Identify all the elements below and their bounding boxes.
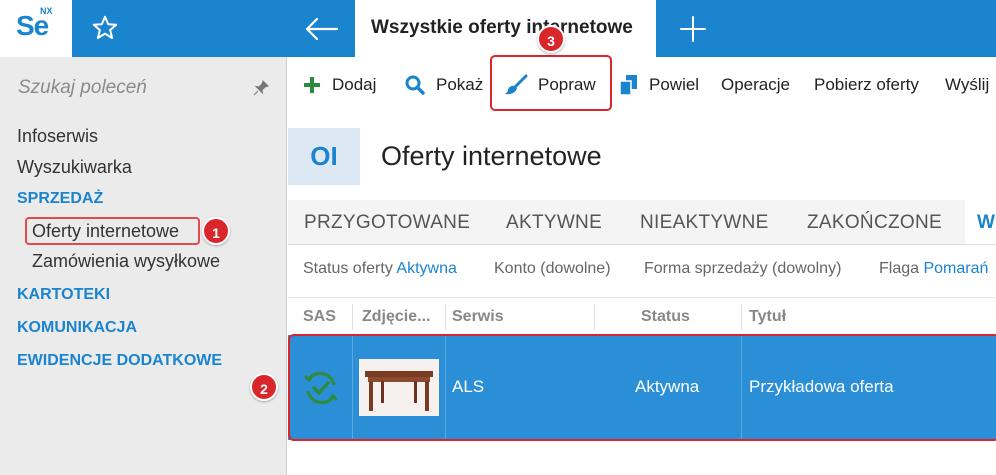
column-zdjecie[interactable]: Zdjęcie... [362, 308, 430, 326]
tab-w-label: W [977, 212, 995, 233]
command-search-input[interactable]: Szukaj poleceń [18, 77, 147, 99]
callout-badge-2: 2 [250, 373, 278, 401]
column-serwis[interactable]: Serwis [452, 308, 504, 326]
pokaz-button[interactable]: Pokaż [404, 57, 483, 113]
tab-all-offers[interactable]: Wszystkie oferty internetowe [355, 0, 656, 57]
module-badge: OI [288, 128, 360, 185]
top-bar: Se NX Wszystkie oferty internetowe [0, 0, 996, 57]
app-logo[interactable]: Se NX [0, 0, 72, 57]
filter-flaga[interactable]: Flaga Pomarań [879, 260, 988, 278]
tab-zakonczone[interactable]: ZAKOŃCZONE [807, 212, 942, 234]
favorites-star-icon[interactable] [90, 13, 120, 43]
operacje-label: Operacje [721, 75, 790, 94]
pokaz-label: Pokaż [436, 75, 484, 94]
column-separator [352, 304, 353, 330]
sidebar-section-komunikacja[interactable]: KOMUNIKACJA [17, 319, 304, 337]
column-tytul[interactable]: Tytuł [749, 308, 786, 326]
powiel-button[interactable]: Powiel [619, 57, 699, 113]
tab-przygotowane[interactable]: PRZYGOTOWANE [304, 212, 470, 234]
tab-title: Wszystkie oferty internetowe [371, 17, 633, 38]
callout-badge-1: 1 [202, 217, 230, 245]
column-separator [445, 304, 446, 330]
callout-badge-3: 3 [537, 25, 565, 53]
wyslij-button[interactable]: Wyślij [945, 57, 989, 113]
new-tab-plus-icon[interactable] [678, 14, 708, 44]
popraw-highlight-frame [490, 55, 612, 111]
magnifier-icon [405, 75, 425, 95]
sidebar-item-oferty-internetowe[interactable]: Oferty internetowe [32, 221, 319, 242]
page-title: Oferty internetowe [381, 141, 602, 171]
column-status[interactable]: Status [641, 308, 690, 326]
filter-status-label: Status oferty [303, 260, 393, 277]
filter-bar: Status oferty Aktywna Konto (dowolne) Fo… [288, 245, 996, 297]
sidebar-section-sprzedaz[interactable]: SPRZEDAŻ [17, 190, 304, 208]
logo-superscript: NX [40, 6, 53, 16]
filter-flaga-value: Pomarań [923, 260, 989, 277]
pobierz-oferty-button[interactable]: Pobierz oferty [814, 57, 919, 113]
column-separator [741, 304, 742, 330]
column-separator [594, 304, 595, 330]
sidebar-section-kartoteki[interactable]: KARTOTEKI [17, 286, 304, 304]
filter-konto[interactable]: Konto (dowolne) [494, 260, 611, 278]
tab-w-selected[interactable]: W [965, 200, 996, 244]
filter-forma[interactable]: Forma sprzedaży (dowolny) [644, 260, 841, 278]
tab-aktywne[interactable]: AKTYWNE [506, 212, 602, 234]
dodaj-label: Dodaj [332, 75, 377, 94]
dodaj-button[interactable]: Dodaj [302, 57, 376, 113]
pobierz-label: Pobierz oferty [814, 75, 919, 94]
filter-status[interactable]: Status oferty Aktywna [303, 260, 457, 278]
back-arrow-icon[interactable] [303, 14, 339, 44]
wyslij-label: Wyślij [945, 75, 990, 94]
sidebar-item-zamowienia[interactable]: Zamówienia wysyłkowe [32, 251, 319, 272]
filter-flaga-label: Flaga [879, 260, 920, 277]
tab-nieaktywne[interactable]: NIEAKTYWNE [640, 212, 769, 234]
plus-icon [304, 77, 320, 93]
column-sas[interactable]: SAS [303, 308, 336, 326]
sidebar-item-wyszukiwarka[interactable]: Wyszukiwarka [17, 157, 304, 178]
powiel-label: Powiel [649, 75, 700, 94]
status-tabs: PRZYGOTOWANE AKTYWNE NIEAKTYWNE ZAKOŃCZO… [288, 200, 996, 245]
sidebar-item-infoserwis[interactable]: Infoserwis [17, 126, 304, 147]
operacje-button[interactable]: Operacje [721, 57, 790, 113]
page-header: OI Oferty internetowe [288, 113, 996, 200]
grid-header: SAS Zdjęcie... Serwis Status Tytuł [288, 297, 996, 335]
filter-status-value: Aktywna [396, 260, 457, 277]
toolbar: Dodaj Pokaż Popraw Powiel Operacje Pobie… [288, 57, 996, 113]
pin-icon[interactable] [252, 79, 270, 97]
duplicate-icon [619, 75, 637, 96]
sidebar-section-ewidencje[interactable]: EWIDENCJE DODATKOWE [17, 352, 304, 370]
row-highlight-frame [288, 334, 996, 441]
